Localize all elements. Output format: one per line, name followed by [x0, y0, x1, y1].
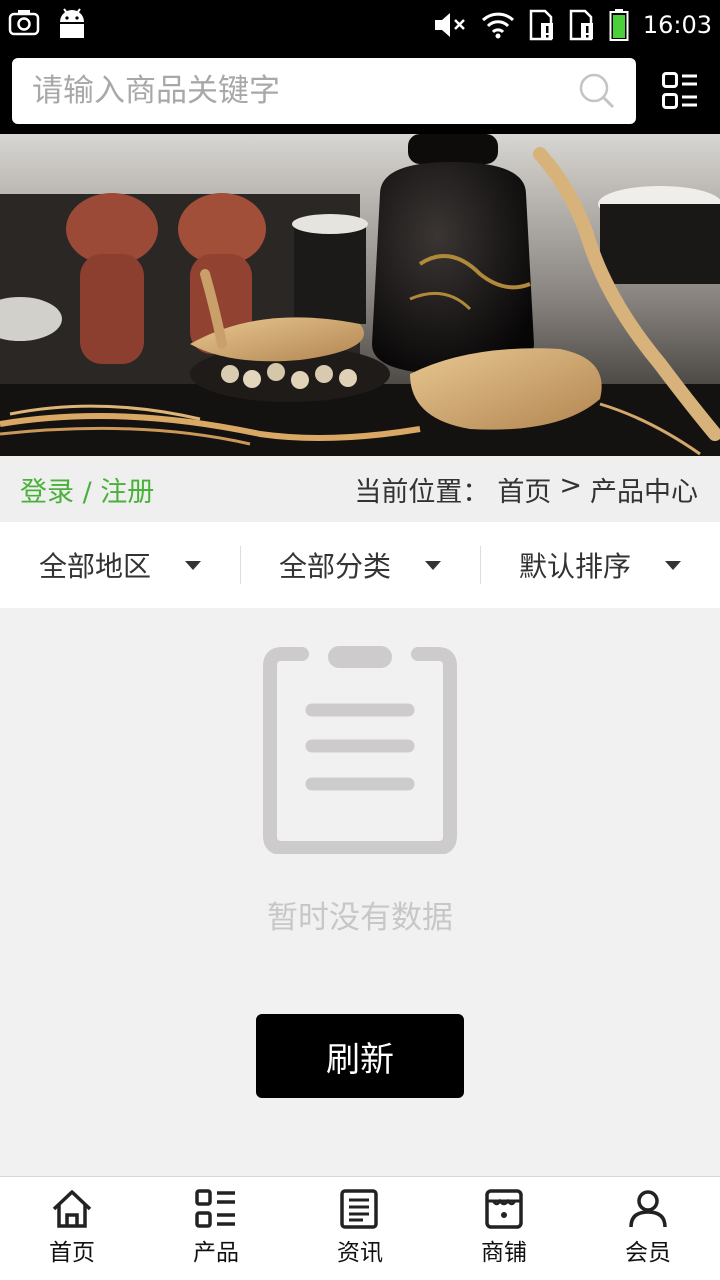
- bottom-nav: 首页 产品 资讯 商铺 会员: [0, 1176, 720, 1280]
- news-icon: [340, 1189, 378, 1229]
- login-register-link[interactable]: 登录 / 注册: [20, 470, 154, 509]
- sim1-icon: [529, 9, 553, 41]
- android-icon: [60, 8, 84, 38]
- empty-clipboard-icon: [263, 646, 457, 854]
- filter-bar: 全部地区 全部分类 默认排序: [0, 522, 720, 608]
- caret-down-icon: [425, 560, 441, 570]
- grid-list-icon: [195, 1189, 235, 1228]
- caret-down-icon: [185, 560, 201, 570]
- battery-icon: [609, 9, 629, 41]
- home-icon: [52, 1190, 92, 1228]
- refresh-button[interactable]: 刷新: [256, 1014, 464, 1098]
- filter-region-dropdown[interactable]: 全部地区: [0, 522, 240, 608]
- nav-label-home: 首页: [49, 1240, 95, 1266]
- caret-down-icon: [665, 560, 681, 570]
- banner-image[interactable]: [0, 134, 720, 456]
- filter-sort-dropdown[interactable]: 默认排序: [480, 522, 720, 608]
- filter-category-dropdown[interactable]: 全部分类: [240, 522, 480, 608]
- nav-label-member: 会员: [625, 1240, 671, 1266]
- nav-label-shops: 商铺: [481, 1240, 527, 1266]
- status-bar: 16:03: [0, 0, 720, 50]
- screenshot-icon: [8, 10, 40, 36]
- category-menu-icon[interactable]: [662, 72, 698, 110]
- nav-item-home[interactable]: 首页: [0, 1177, 144, 1280]
- breadcrumb-prefix: 当前位置：: [354, 477, 490, 508]
- nav-item-shops[interactable]: 商铺: [432, 1177, 576, 1280]
- search-icon[interactable]: [578, 72, 616, 110]
- mute-icon: [434, 13, 465, 37]
- sim2-icon: [569, 9, 593, 41]
- status-time: 16:03: [642, 11, 712, 39]
- wifi-icon: [481, 12, 514, 39]
- nav-item-products[interactable]: 产品: [144, 1177, 288, 1280]
- breadcrumb-current: 产品中心: [590, 477, 698, 508]
- filter-region-label: 全部地区: [38, 550, 151, 583]
- breadcrumb-home[interactable]: 首页: [497, 470, 551, 509]
- filter-sort-label: 默认排序: [518, 550, 631, 583]
- banner-ginseng-illustration: [0, 134, 720, 456]
- nav-item-member[interactable]: 会员: [576, 1177, 720, 1280]
- empty-message: 暂时没有数据: [267, 900, 453, 936]
- location-bar: 登录 / 注册 当前位置： 首页 > 产品中心: [0, 456, 720, 522]
- search-box[interactable]: [12, 58, 636, 124]
- search-header: [0, 50, 720, 134]
- filter-category-label: 全部分类: [278, 550, 391, 583]
- nav-label-products: 产品: [193, 1240, 239, 1266]
- user-icon: [629, 1190, 667, 1228]
- nav-label-news: 资讯: [337, 1240, 383, 1266]
- nav-item-news[interactable]: 资讯: [288, 1177, 432, 1280]
- breadcrumb: 当前位置： 首页 > 产品中心: [354, 470, 698, 509]
- search-input[interactable]: [32, 58, 572, 124]
- shop-icon: [485, 1189, 523, 1229]
- breadcrumb-separator: >: [559, 470, 582, 501]
